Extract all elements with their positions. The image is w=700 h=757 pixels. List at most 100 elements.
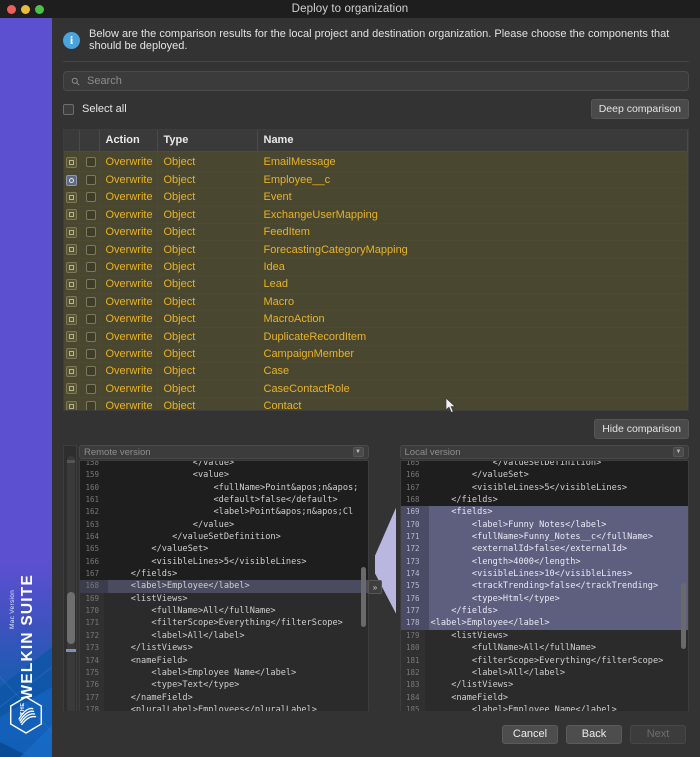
table-row[interactable]: Overwrite Object Employee__c	[64, 171, 688, 190]
code-line[interactable]: 168 </fields>	[400, 494, 688, 507]
row-checkbox[interactable]	[85, 366, 96, 377]
code-line[interactable]: 172 <externalId>false</externalId>	[400, 543, 688, 556]
row-checkbox[interactable]	[85, 331, 96, 342]
column-header-compare[interactable]	[64, 130, 80, 152]
code-line[interactable]: 184 <nameField>	[400, 691, 689, 704]
apply-change-button[interactable]: »	[368, 580, 382, 594]
code-line[interactable]: 165 </valueSet>	[80, 543, 368, 556]
search-input[interactable]	[85, 74, 681, 88]
local-code-view[interactable]: 165 </valueSetDefinition> 166 </valueSet>…	[399, 460, 689, 730]
table-row[interactable]: Overwrite Object MacroAction	[64, 310, 688, 329]
compare-row-button[interactable]	[66, 244, 77, 256]
table-row[interactable]: Overwrite Object CampaignMember	[64, 345, 688, 364]
code-line[interactable]: 161 <default>false</default>	[80, 494, 368, 507]
hide-comparison-button[interactable]: Hide comparison	[594, 419, 689, 439]
compare-row-button[interactable]	[66, 191, 77, 203]
compare-row-button[interactable]	[66, 313, 77, 325]
code-line[interactable]: 174 <nameField>	[80, 654, 368, 667]
chevron-down-icon[interactable]: ▼	[673, 447, 684, 457]
local-vscroll-thumb[interactable]	[681, 583, 686, 649]
column-header-name[interactable]: Name	[257, 130, 688, 152]
code-line[interactable]: 166 <visibleLines>5</visibleLines>	[80, 555, 368, 569]
code-line[interactable]: 175 <label>Employee Name</label>	[80, 666, 368, 680]
table-row[interactable]: Overwrite Object FeedItem	[64, 223, 688, 242]
select-all-checkbox[interactable]	[63, 103, 74, 115]
table-row[interactable]: Overwrite Object Event	[64, 188, 688, 207]
compare-row-button[interactable]	[66, 383, 77, 395]
code-line[interactable]: 174 <visibleLines>10</visibleLines>	[400, 568, 688, 581]
row-checkbox[interactable]	[85, 209, 96, 220]
row-checkbox[interactable]	[85, 244, 96, 255]
code-line[interactable]: 165 </valueSetDefinition>	[400, 461, 688, 470]
chevron-down-icon[interactable]: ▼	[352, 447, 364, 457]
code-line[interactable]: 160 <fullName>Point&apos;n&apos;	[80, 481, 368, 495]
remote-vscroll-thumb[interactable]	[360, 567, 366, 627]
table-row[interactable]: Overwrite Object Case	[64, 362, 688, 381]
column-header-action[interactable]: Action	[99, 130, 158, 152]
code-line[interactable]: 167 <visibleLines>5</visibleLines>	[400, 481, 688, 495]
remote-version-header[interactable]: Remote version ▼	[79, 445, 369, 459]
compare-row-button[interactable]	[66, 365, 77, 377]
code-line[interactable]: 182 <label>All</label>	[400, 666, 689, 680]
code-line[interactable]: 168 <label>Employee</label>	[80, 580, 368, 593]
table-row[interactable]: Overwrite Object Idea	[64, 258, 688, 277]
table-row[interactable]: Overwrite Object Contact	[64, 397, 688, 410]
local-vertical-scrollbar[interactable]	[681, 463, 687, 727]
compare-row-button[interactable]	[66, 156, 77, 168]
code-line[interactable]: 171 <filterScope>Everything</filterScope…	[80, 617, 368, 630]
code-line[interactable]: 166 </valueSet>	[400, 469, 688, 482]
remote-code-view[interactable]: 158 </value> 159 <value> 160 <fullName>Poi…	[79, 460, 369, 730]
local-version-header[interactable]: Local version ▼	[399, 445, 689, 459]
code-line[interactable]: 181 <filterScope>Everything</filterScope…	[400, 654, 689, 667]
code-line[interactable]: 172 <label>All</label>	[80, 629, 368, 643]
code-line[interactable]: 164 </valueSetDefinition>	[80, 531, 368, 544]
compare-row-button[interactable]	[66, 331, 77, 343]
code-line[interactable]: 183 </listViews>	[400, 679, 689, 692]
row-checkbox[interactable]	[85, 348, 96, 359]
code-line[interactable]: 169 <listViews>	[80, 592, 368, 606]
components-table[interactable]: Action Type Name Overwrite Object EmailMes…	[63, 129, 689, 411]
table-row[interactable]: Overwrite Object ForecastingCategoryMappin…	[64, 240, 688, 259]
compare-row-button[interactable]	[66, 226, 77, 238]
back-button[interactable]: Back	[566, 724, 622, 744]
row-checkbox[interactable]	[85, 296, 96, 307]
code-line[interactable]: 159 <value>	[80, 469, 368, 482]
code-line[interactable]: 176 <type>Text</type>	[80, 679, 368, 692]
code-line[interactable]: 177 </fields>	[400, 605, 688, 618]
row-checkbox[interactable]	[85, 383, 96, 394]
row-checkbox[interactable]	[85, 227, 96, 238]
code-line[interactable]: 179 <listViews>	[400, 629, 689, 643]
code-line[interactable]: 175 <trackTrending>false</trackTrending>	[400, 580, 688, 593]
code-line[interactable]: 178 <label>Employee</label>	[400, 617, 688, 630]
remote-vertical-scrollbar[interactable]	[360, 463, 367, 727]
column-header-check[interactable]	[79, 130, 100, 152]
column-header-type[interactable]: Type	[157, 130, 258, 152]
code-line[interactable]: 163 </value>	[80, 518, 368, 532]
table-row[interactable]: Overwrite Object Lead	[64, 275, 688, 294]
code-line[interactable]: 170 <fullName>All</fullName>	[80, 605, 368, 618]
compare-row-button[interactable]	[66, 278, 77, 290]
row-checkbox[interactable]	[85, 157, 96, 168]
code-line[interactable]: 170 <label>Funny Notes</label>	[400, 518, 688, 532]
row-checkbox[interactable]	[85, 192, 96, 203]
row-checkbox[interactable]	[85, 401, 96, 410]
deep-comparison-button[interactable]: Deep comparison	[590, 99, 689, 119]
compare-row-button[interactable]	[66, 296, 77, 308]
table-row[interactable]: Overwrite Object DuplicateRecordItem	[64, 327, 688, 346]
row-checkbox[interactable]	[85, 262, 96, 273]
code-line[interactable]: 171 <fullName>Funny_Notes__c</fullName>	[400, 531, 688, 544]
compare-row-button[interactable]	[66, 174, 77, 186]
row-checkbox[interactable]	[85, 314, 96, 325]
table-row[interactable]: Overwrite Object CaseContactRole	[64, 380, 688, 398]
cancel-button[interactable]: Cancel	[502, 724, 558, 744]
search-box[interactable]	[63, 71, 689, 91]
code-line[interactable]: 158 </value>	[80, 461, 368, 470]
compare-row-button[interactable]	[66, 400, 77, 410]
code-line[interactable]: 173 <length>4000</length>	[400, 555, 688, 569]
code-line[interactable]: 173 </listViews>	[80, 642, 368, 655]
table-row[interactable]: Overwrite Object EmailMessage	[64, 154, 688, 172]
code-line[interactable]: 176 <type>Html</type>	[400, 592, 688, 606]
code-line[interactable]: 167 </fields>	[80, 568, 368, 581]
overview-scrollbar[interactable]	[63, 445, 77, 730]
compare-row-button[interactable]	[66, 348, 77, 360]
